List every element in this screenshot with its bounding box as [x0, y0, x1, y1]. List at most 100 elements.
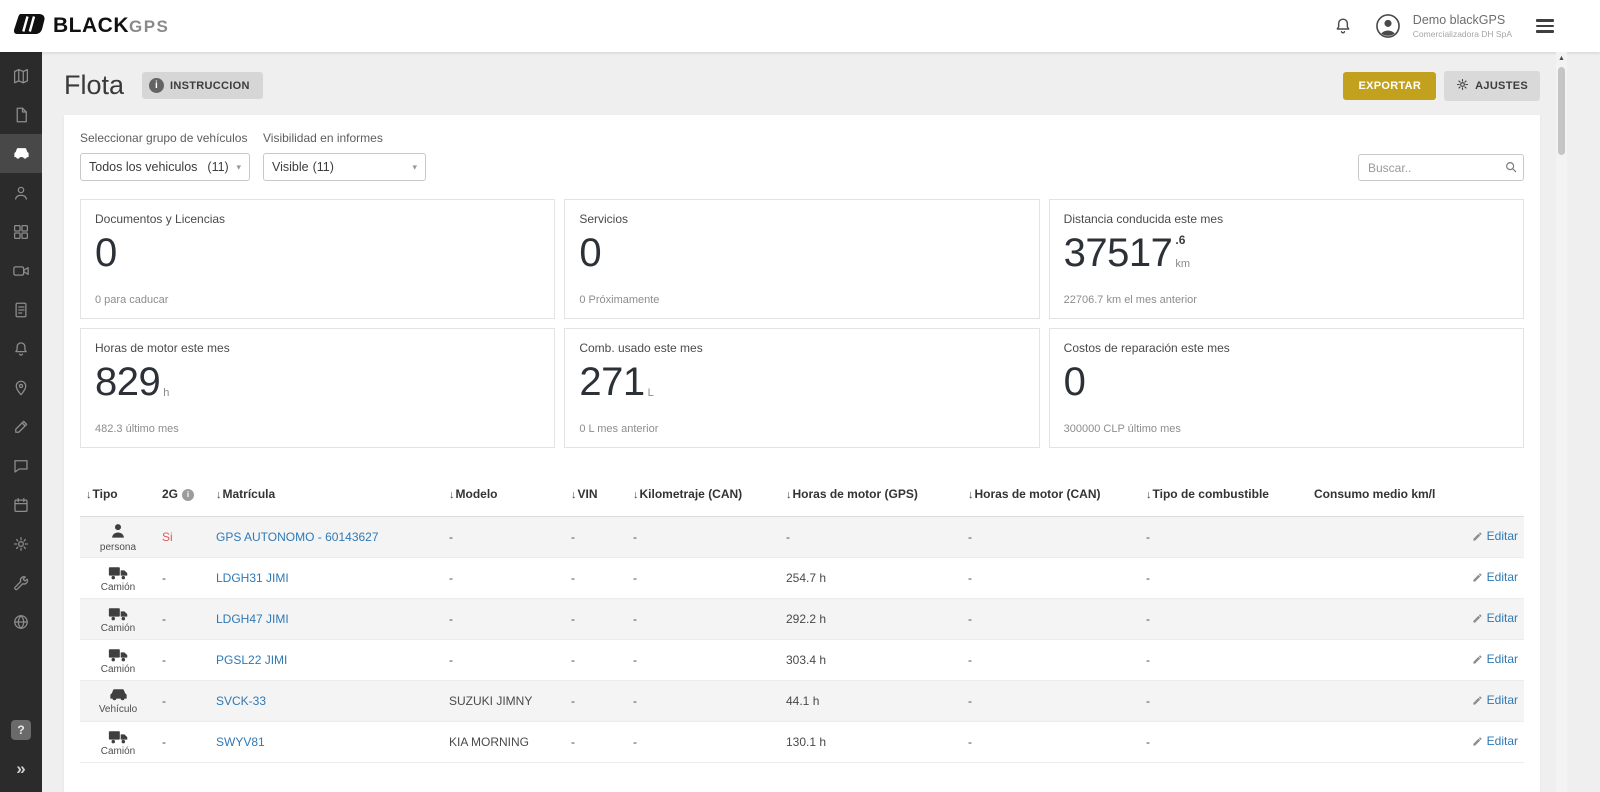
table-row: Camión-LDGH31 JIMI---254.7 h--Editar: [80, 558, 1524, 599]
title-row: Flota i INSTRUCCION EXPORTAR AJUSTES: [64, 70, 1540, 101]
pencil-icon: [1472, 695, 1483, 706]
cell-tipo: Vehículo: [80, 681, 156, 722]
pencil-icon: [1472, 654, 1483, 665]
sidebar-item-map[interactable]: [0, 56, 42, 95]
stat-value: 0: [1064, 363, 1086, 401]
stat-title: Servicios: [579, 212, 1024, 226]
tools-icon: [12, 574, 30, 592]
matricula-link[interactable]: LDGH31 JIMI: [216, 571, 289, 585]
cell-vin: -: [565, 681, 627, 722]
table-row: Camión-SWYV81KIA MORNING--130.1 h--Edita…: [80, 722, 1524, 763]
search-icon[interactable]: [1504, 160, 1518, 179]
col-tipo[interactable]: ↓Tipo: [80, 472, 156, 517]
sidebar-item-chat[interactable]: [0, 446, 42, 485]
sidebar-item-alerts[interactable]: [0, 329, 42, 368]
matricula-link[interactable]: PGSL22 JIMI: [216, 653, 287, 667]
notifications-bell-icon[interactable]: [1333, 16, 1353, 36]
user-organization: Comercializadora DH SpA: [1413, 29, 1512, 40]
sidebar-item-camera[interactable]: [0, 251, 42, 290]
visibility-value: Visible: [272, 160, 309, 174]
sidebar-item-fleet[interactable]: [0, 134, 42, 173]
edit-button[interactable]: Editar: [1472, 570, 1518, 584]
sidebar-item-documents[interactable]: [0, 95, 42, 134]
col-horas-motor-can[interactable]: ↓Horas de motor (CAN): [962, 472, 1140, 517]
edit-button[interactable]: Editar: [1472, 652, 1518, 666]
stat-value: 271: [579, 363, 644, 401]
edit-button[interactable]: Editar: [1472, 529, 1518, 543]
col-matricula[interactable]: ↓Matrícula: [210, 472, 443, 517]
sidebar-item-geozones[interactable]: [0, 602, 42, 641]
sidebar-item-tools[interactable]: [0, 563, 42, 602]
cell-2g: -: [156, 640, 210, 681]
sidebar-item-tasks[interactable]: [0, 407, 42, 446]
col-horas-motor-gps[interactable]: ↓Horas de motor (GPS): [780, 472, 962, 517]
sidebar-help-button[interactable]: ?: [0, 710, 42, 749]
sidebar-item-schedule[interactable]: [0, 485, 42, 524]
cell-editar: Editar: [1438, 517, 1524, 558]
settings-button[interactable]: AJUSTES: [1444, 71, 1540, 101]
sidebar-item-dashboard[interactable]: [0, 212, 42, 251]
export-button[interactable]: EXPORTAR: [1343, 72, 1436, 100]
edit-button[interactable]: Editar: [1472, 734, 1518, 748]
vertical-scrollbar[interactable]: ▲: [1556, 52, 1567, 792]
col-tipo-combustible[interactable]: ↓Tipo de combustible: [1140, 472, 1308, 517]
matricula-link[interactable]: SVCK-33: [216, 694, 266, 708]
stat-value: 829: [95, 363, 160, 401]
truck-icon: [108, 728, 129, 745]
cell-tipo: Camión: [80, 599, 156, 640]
stat-subtext: 0 L mes anterior: [579, 423, 1024, 435]
search-input[interactable]: [1358, 154, 1524, 181]
edit-button[interactable]: Editar: [1472, 611, 1518, 625]
user-avatar-icon[interactable]: [1375, 13, 1401, 39]
cell-tipo: Camión: [80, 558, 156, 599]
sidebar-item-settings[interactable]: [0, 524, 42, 563]
matricula-link[interactable]: GPS AUTONOMO - 60143627: [216, 530, 379, 544]
visibility-label: Visibilidad en informes: [263, 131, 426, 145]
scrollbar-thumb[interactable]: [1558, 67, 1565, 155]
cell-modelo: KIA MORNING: [443, 722, 565, 763]
sidebar-item-reports[interactable]: [0, 290, 42, 329]
map-icon: [12, 67, 30, 85]
matricula-link[interactable]: SWYV81: [216, 735, 265, 749]
table-header-row: ↓Tipo 2Gi ↓Matrícula ↓Modelo ↓VIN ↓Kilom…: [80, 472, 1524, 517]
menu-icon[interactable]: [1534, 17, 1556, 34]
sidebar-item-drivers[interactable]: [0, 173, 42, 212]
stat-value: 0: [95, 234, 117, 272]
settings-label: AJUSTES: [1475, 80, 1528, 92]
vehicle-group-select[interactable]: Todos los vehiculos (11) ▾: [80, 153, 250, 181]
sort-icon: ↓: [449, 489, 455, 501]
scroll-up-icon[interactable]: ▲: [1556, 52, 1567, 62]
matricula-link[interactable]: LDGH47 JIMI: [216, 612, 289, 626]
stat-subtext: 0 Próximamente: [579, 294, 1024, 306]
cell-horas-can: -: [962, 640, 1140, 681]
fleet-table: ↓Tipo 2Gi ↓Matrícula ↓Modelo ↓VIN ↓Kilom…: [80, 472, 1524, 763]
geozones-icon: [12, 613, 30, 631]
stat-card-costos: Costos de reparación este mes 0 300000 C…: [1049, 328, 1524, 448]
truck-icon: [108, 605, 129, 622]
cell-modelo: SUZUKI JIMNY: [443, 681, 565, 722]
info-icon[interactable]: i: [182, 489, 194, 501]
col-kilometraje-can[interactable]: ↓Kilometraje (CAN): [627, 472, 780, 517]
pencil-icon: [1472, 531, 1483, 542]
sidebar-item-routes[interactable]: [0, 368, 42, 407]
cell-matricula: LDGH31 JIMI: [210, 558, 443, 599]
sort-icon: ↓: [86, 489, 92, 501]
pencil-icon: [1472, 736, 1483, 747]
col-vin[interactable]: ↓VIN: [565, 472, 627, 517]
col-modelo[interactable]: ↓Modelo: [443, 472, 565, 517]
stat-subtext: 22706.7 km el mes anterior: [1064, 294, 1509, 306]
col-2g[interactable]: 2Gi: [156, 472, 210, 517]
stat-title: Comb. usado este mes: [579, 341, 1024, 355]
sidebar-expand-button[interactable]: »: [0, 749, 42, 788]
instruction-button[interactable]: i INSTRUCCION: [142, 72, 263, 99]
cell-consumo: [1308, 517, 1438, 558]
sort-icon: ↓: [216, 489, 222, 501]
cell-consumo: [1308, 558, 1438, 599]
cell-vin: -: [565, 558, 627, 599]
sidebar-bottom: ?»: [0, 710, 42, 792]
edit-button[interactable]: Editar: [1472, 693, 1518, 707]
visibility-select[interactable]: Visible (11) ▾: [263, 153, 426, 181]
user-name: Demo blackGPS: [1413, 12, 1512, 28]
cell-vin: -: [565, 640, 627, 681]
user-info[interactable]: Demo blackGPS Comercializadora DH SpA: [1413, 12, 1512, 39]
